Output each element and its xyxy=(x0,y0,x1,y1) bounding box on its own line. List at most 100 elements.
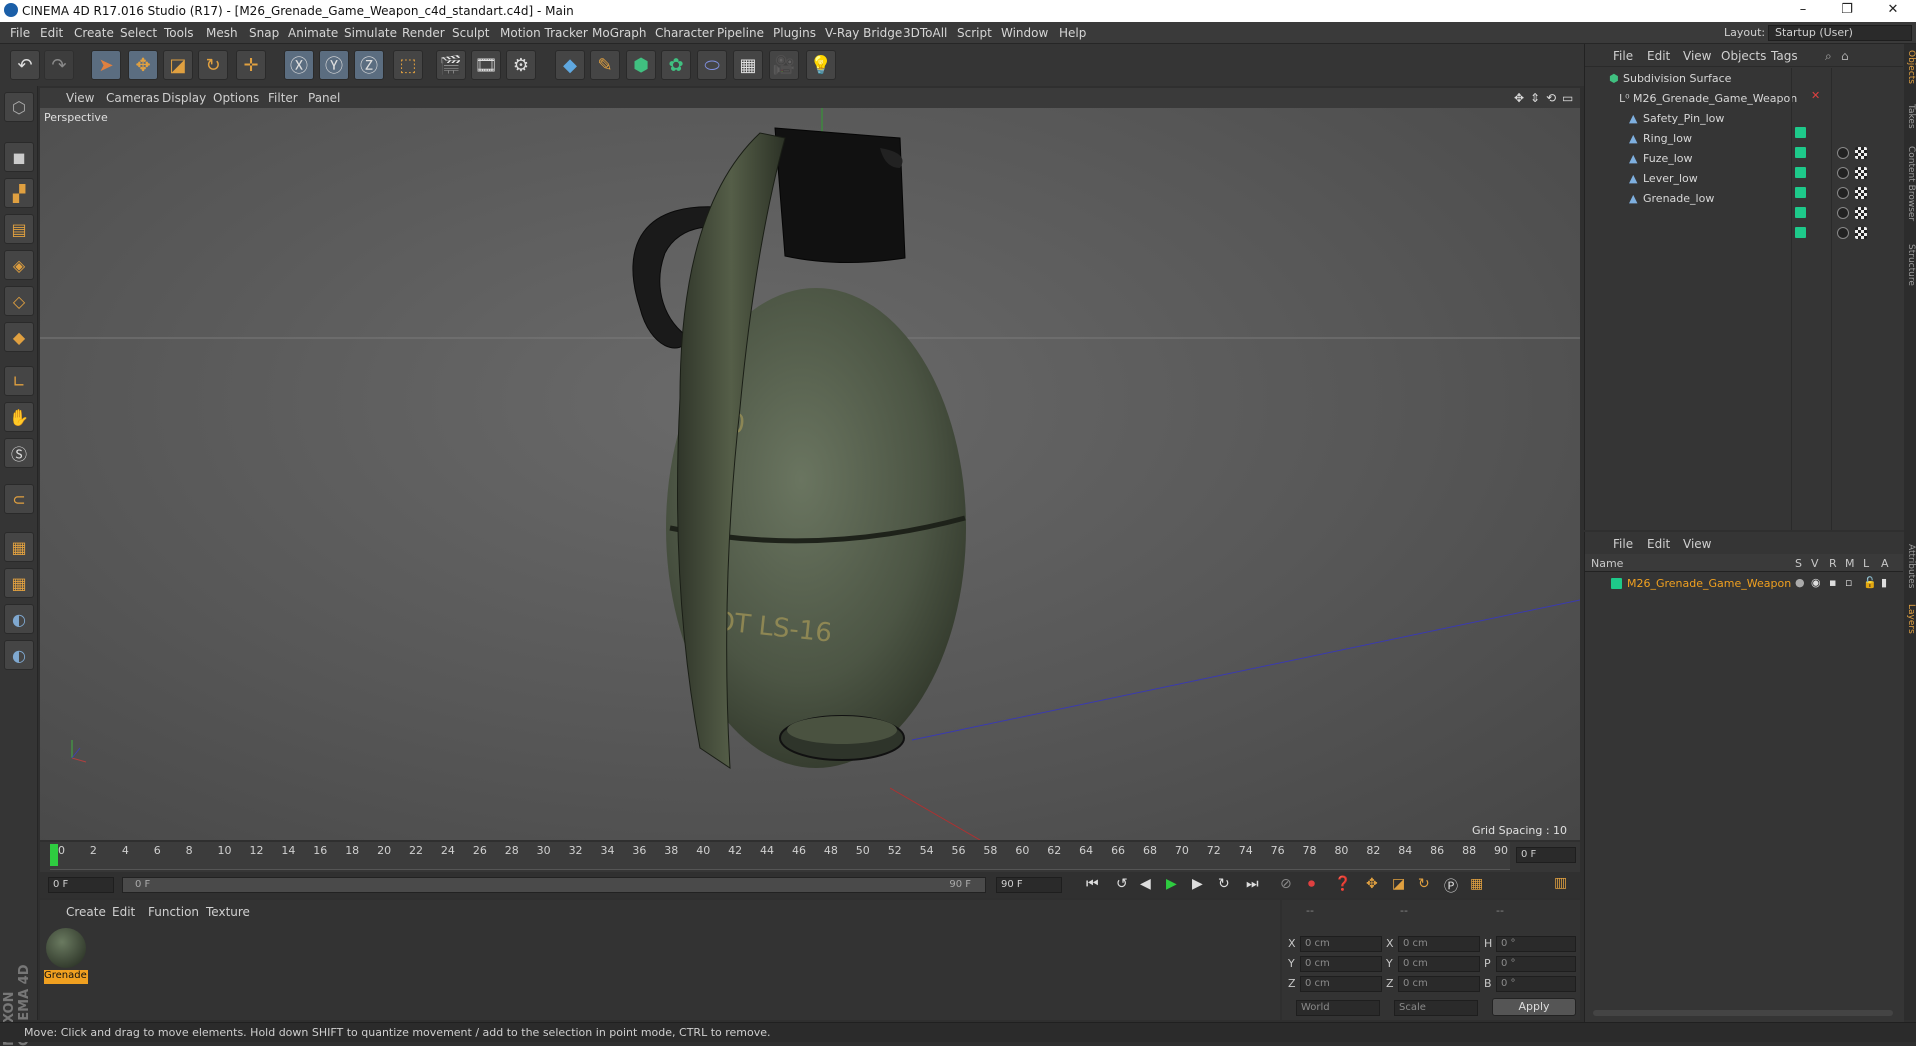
workplane-snap-button[interactable]: ▦ xyxy=(4,568,34,598)
layers-menu-file[interactable]: File xyxy=(1613,537,1633,551)
add-subdivision-button[interactable]: ⬢ xyxy=(626,50,656,80)
viewport-menu-cameras[interactable]: Cameras xyxy=(106,91,159,105)
objects-menu-objects[interactable]: Objects xyxy=(1721,49,1766,63)
texture-mode-button[interactable]: ▞ xyxy=(4,178,34,208)
render-picture-viewer-button[interactable]: 🎞 xyxy=(471,50,501,80)
menu-file[interactable]: File xyxy=(10,26,30,40)
menu-window[interactable]: Window xyxy=(1001,26,1048,40)
objects-menu-file[interactable]: File xyxy=(1613,49,1633,63)
viewport-maximize-icon[interactable]: ▭ xyxy=(1562,91,1573,105)
menu-vray-bridge[interactable]: V-Ray Bridge xyxy=(825,26,902,40)
uvw-tag-icon[interactable] xyxy=(1855,227,1867,239)
material-menu-function[interactable]: Function xyxy=(148,905,199,919)
object-safety-pin[interactable]: ▲ Safety_Pin_low xyxy=(1585,108,1795,128)
tab-takes[interactable]: Takes xyxy=(1904,104,1916,129)
viewport-menu-options[interactable]: Options xyxy=(213,91,259,105)
autokey-icon[interactable]: ❓ xyxy=(1334,876,1351,892)
x-axis-lock-button[interactable]: Ⓧ xyxy=(284,50,314,80)
menu-character[interactable]: Character xyxy=(655,26,714,40)
layers-scrollbar[interactable] xyxy=(1593,1010,1893,1016)
add-cube-button[interactable]: ◆ xyxy=(555,50,585,80)
layer-color-marker[interactable] xyxy=(1795,207,1806,218)
add-camera-button[interactable]: 🎥 xyxy=(769,50,799,80)
add-light-button[interactable]: 💡 xyxy=(806,50,836,80)
goto-end-icon[interactable]: ⏭ xyxy=(1246,876,1259,892)
perspective-viewport[interactable]: Perspective M0 26 LOT LS-16 xyxy=(40,108,1580,840)
object-subdivision-surface[interactable]: ⬢ Subdivision Surface xyxy=(1585,68,1795,88)
menu-sculpt[interactable]: Sculpt xyxy=(452,26,489,40)
menu-3dtoall[interactable]: 3DToAll xyxy=(903,26,947,40)
object-m26-grenade[interactable]: L⁰ M26_Grenade_Game_Weapon xyxy=(1585,88,1797,108)
prev-key-icon[interactable]: ↺ xyxy=(1116,876,1128,892)
make-editable-button[interactable]: ⬡ xyxy=(4,92,34,122)
key-rotation-icon[interactable]: ↻ xyxy=(1418,876,1430,892)
menu-script[interactable]: Script xyxy=(957,26,992,40)
viewport-menu-view[interactable]: View xyxy=(66,91,94,105)
menu-select[interactable]: Select xyxy=(120,26,157,40)
tab-content-browser[interactable]: Content Browser xyxy=(1904,146,1916,221)
menu-mesh[interactable]: Mesh xyxy=(206,26,238,40)
menu-animate[interactable]: Animate xyxy=(288,26,338,40)
rot-h-field[interactable]: 0 ° xyxy=(1496,936,1576,952)
layers-menu-view[interactable]: View xyxy=(1683,537,1711,551)
end-frame-field[interactable]: 90 F xyxy=(996,877,1062,893)
points-mode-button[interactable]: ◈ xyxy=(4,250,34,280)
uvw-tag-icon[interactable] xyxy=(1855,147,1867,159)
objects-menu-edit[interactable]: Edit xyxy=(1647,49,1670,63)
tweak-mode-button[interactable]: ✋ xyxy=(4,402,34,432)
render-view-button[interactable]: 🎬 xyxy=(436,50,466,80)
texture-tag-icon[interactable] xyxy=(1837,167,1849,179)
scale-tool-button[interactable]: ◪ xyxy=(163,50,193,80)
size-z-field[interactable]: 0 cm xyxy=(1398,976,1480,992)
redo-button[interactable]: ↷ xyxy=(44,50,74,80)
viewport-pan-icon[interactable]: ✥ xyxy=(1514,91,1524,105)
timeline-layout-icon[interactable]: ▥ xyxy=(1554,875,1567,891)
next-frame-icon[interactable]: ▶ xyxy=(1192,876,1203,892)
tab-objects[interactable]: Objects xyxy=(1904,50,1916,84)
layer-color-marker[interactable] xyxy=(1795,127,1806,138)
animation-icon[interactable]: ▮ xyxy=(1881,576,1887,589)
minimize-button[interactable]: – xyxy=(1788,2,1818,20)
add-floor-button[interactable]: ▦ xyxy=(733,50,763,80)
key-scale-icon[interactable]: ◪ xyxy=(1392,876,1405,892)
record-keys-icon[interactable]: ⏺ xyxy=(1308,876,1315,892)
workplane-lock-button[interactable]: ▦ xyxy=(4,532,34,562)
menu-help[interactable]: Help xyxy=(1059,26,1086,40)
menu-edit[interactable]: Edit xyxy=(40,26,63,40)
edges-mode-button[interactable]: ◇ xyxy=(4,286,34,316)
rot-b-field[interactable]: 0 ° xyxy=(1496,976,1576,992)
snap-button[interactable]: ⊂ xyxy=(4,484,34,514)
restore-button[interactable]: ❐ xyxy=(1832,2,1862,20)
visible-eye-icon[interactable]: ◉ xyxy=(1811,576,1821,589)
next-key-icon[interactable]: ↻ xyxy=(1218,876,1230,892)
objects-menu-view[interactable]: View xyxy=(1683,49,1711,63)
tab-structure[interactable]: Structure xyxy=(1904,244,1916,286)
menu-motion-tracker[interactable]: Motion Tracker xyxy=(500,26,588,40)
lock-icon[interactable]: 🔓 xyxy=(1863,576,1877,589)
layer-color-marker[interactable] xyxy=(1795,227,1806,238)
move-tool-button[interactable]: ✥ xyxy=(128,50,158,80)
texture-tag-icon[interactable] xyxy=(1837,187,1849,199)
object-fuze[interactable]: ▲ Fuze_low xyxy=(1585,148,1795,168)
menu-snap[interactable]: Snap xyxy=(249,26,279,40)
object-grenade[interactable]: ▲ Grenade_low xyxy=(1585,188,1795,208)
menu-pipeline[interactable]: Pipeline xyxy=(717,26,764,40)
playhead[interactable] xyxy=(50,844,58,866)
render-icon[interactable]: ▪ xyxy=(1829,576,1836,589)
play-icon[interactable]: ▶ xyxy=(1166,876,1177,892)
transform-tool-button[interactable]: ✛ xyxy=(236,50,266,80)
material-menu-texture[interactable]: Texture xyxy=(206,905,250,919)
live-selection-button[interactable]: ➤ xyxy=(91,50,121,80)
pos-y-field[interactable]: 0 cm xyxy=(1300,956,1382,972)
layout-select[interactable]: Startup (User) xyxy=(1768,25,1912,41)
key-param-icon[interactable]: Ⓟ xyxy=(1444,876,1458,896)
add-deformer-button[interactable]: ⬭ xyxy=(697,50,727,80)
range-slider[interactable]: 0 F 90 F xyxy=(122,877,986,893)
size-x-field[interactable]: 0 cm xyxy=(1398,936,1480,952)
object-ring[interactable]: ▲ Ring_low xyxy=(1585,128,1795,148)
layer-color-swatch[interactable] xyxy=(1611,578,1622,589)
uvw-tag-icon[interactable] xyxy=(1855,207,1867,219)
axis-mode-button[interactable]: ∟ xyxy=(4,366,34,396)
viewport-rotate-icon[interactable]: ⟲ xyxy=(1546,91,1556,105)
texture-tag-icon[interactable] xyxy=(1837,147,1849,159)
